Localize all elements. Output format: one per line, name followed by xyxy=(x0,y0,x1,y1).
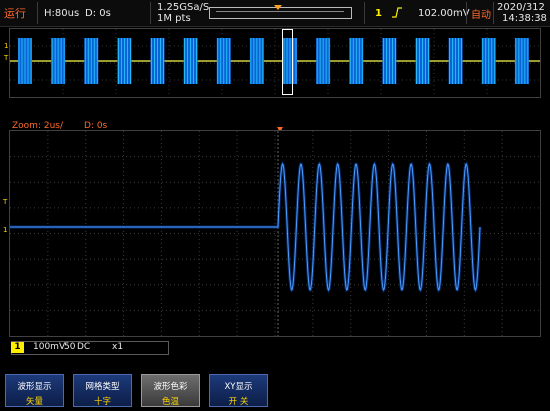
softkey-value: 开 关 xyxy=(228,397,249,407)
channel-badge[interactable]: 1 xyxy=(11,342,24,353)
memory-window xyxy=(216,11,344,12)
burst xyxy=(216,38,231,84)
channel-offset-marker[interactable]: 1 xyxy=(4,42,8,50)
burst xyxy=(316,38,331,84)
horizontal-scale[interactable]: H:80us xyxy=(44,0,79,26)
softkey-value: 矢量 xyxy=(25,397,43,407)
trigger-position-marker xyxy=(274,5,282,10)
divider xyxy=(493,2,494,24)
softkey-waveform-display[interactable]: 波形显示 矢量 xyxy=(5,374,64,407)
overview-waveform-pane[interactable] xyxy=(9,28,541,98)
divider xyxy=(150,2,151,24)
run-status[interactable]: 运行 xyxy=(4,0,26,26)
burst xyxy=(481,38,496,84)
zoom-waveform xyxy=(10,131,540,336)
burst xyxy=(51,38,66,84)
softkey-value: 十字 xyxy=(93,397,111,407)
burst xyxy=(18,38,32,84)
burst xyxy=(415,38,430,84)
trigger-level-marker[interactable]: T xyxy=(4,54,8,62)
channel-offset-marker[interactable]: 1 xyxy=(3,226,7,234)
divider xyxy=(37,2,38,24)
status-bar: 运行 H:80us D: 0s 1.25GSa/S 1M pts 1 102.0… xyxy=(0,0,550,27)
burst xyxy=(150,38,165,84)
softkey-title: XY显示 xyxy=(224,382,253,392)
horizontal-delay[interactable]: D: 0s xyxy=(85,0,111,26)
burst xyxy=(117,38,132,84)
burst xyxy=(84,38,99,84)
softkey-title: 波形显示 xyxy=(17,382,52,392)
softkey-value: 色温 xyxy=(161,397,179,407)
divider xyxy=(364,2,365,24)
trigger-level[interactable]: 102.00mV xyxy=(418,0,470,26)
channel-probe: x1 xyxy=(112,342,124,352)
trigger-source[interactable]: 1 xyxy=(375,0,382,26)
trigger-level-marker[interactable]: T xyxy=(3,198,7,206)
trigger-mode[interactable]: 自动 xyxy=(471,0,491,26)
burst xyxy=(382,38,397,84)
softkey-grid-type[interactable]: 网格类型 十字 xyxy=(73,374,132,407)
burst xyxy=(249,38,264,84)
softkey-waveform-color[interactable]: 波形色彩 色温 xyxy=(141,374,200,407)
channel-impedance: 50 xyxy=(64,342,76,352)
rising-edge-icon xyxy=(392,7,402,18)
softkey-title: 波形色彩 xyxy=(153,382,188,392)
zoom-waveform-pane[interactable] xyxy=(9,130,541,337)
burst xyxy=(349,38,364,84)
memory-depth: 1M pts xyxy=(157,12,191,24)
burst xyxy=(183,38,198,84)
memory-scroll-bar[interactable] xyxy=(209,5,352,19)
time: 14:38:38 xyxy=(502,12,547,24)
softkey-xy-display[interactable]: XY显示 开 关 xyxy=(209,374,268,407)
burst xyxy=(448,38,463,84)
channel-coupling: DC xyxy=(77,342,91,352)
softkey-title: 网格类型 xyxy=(85,382,120,392)
burst xyxy=(514,38,529,84)
zoom-window-indicator[interactable] xyxy=(282,29,293,95)
divider xyxy=(466,2,467,24)
overview-waveform xyxy=(10,38,540,84)
channel-scale: 100mV xyxy=(33,342,66,352)
